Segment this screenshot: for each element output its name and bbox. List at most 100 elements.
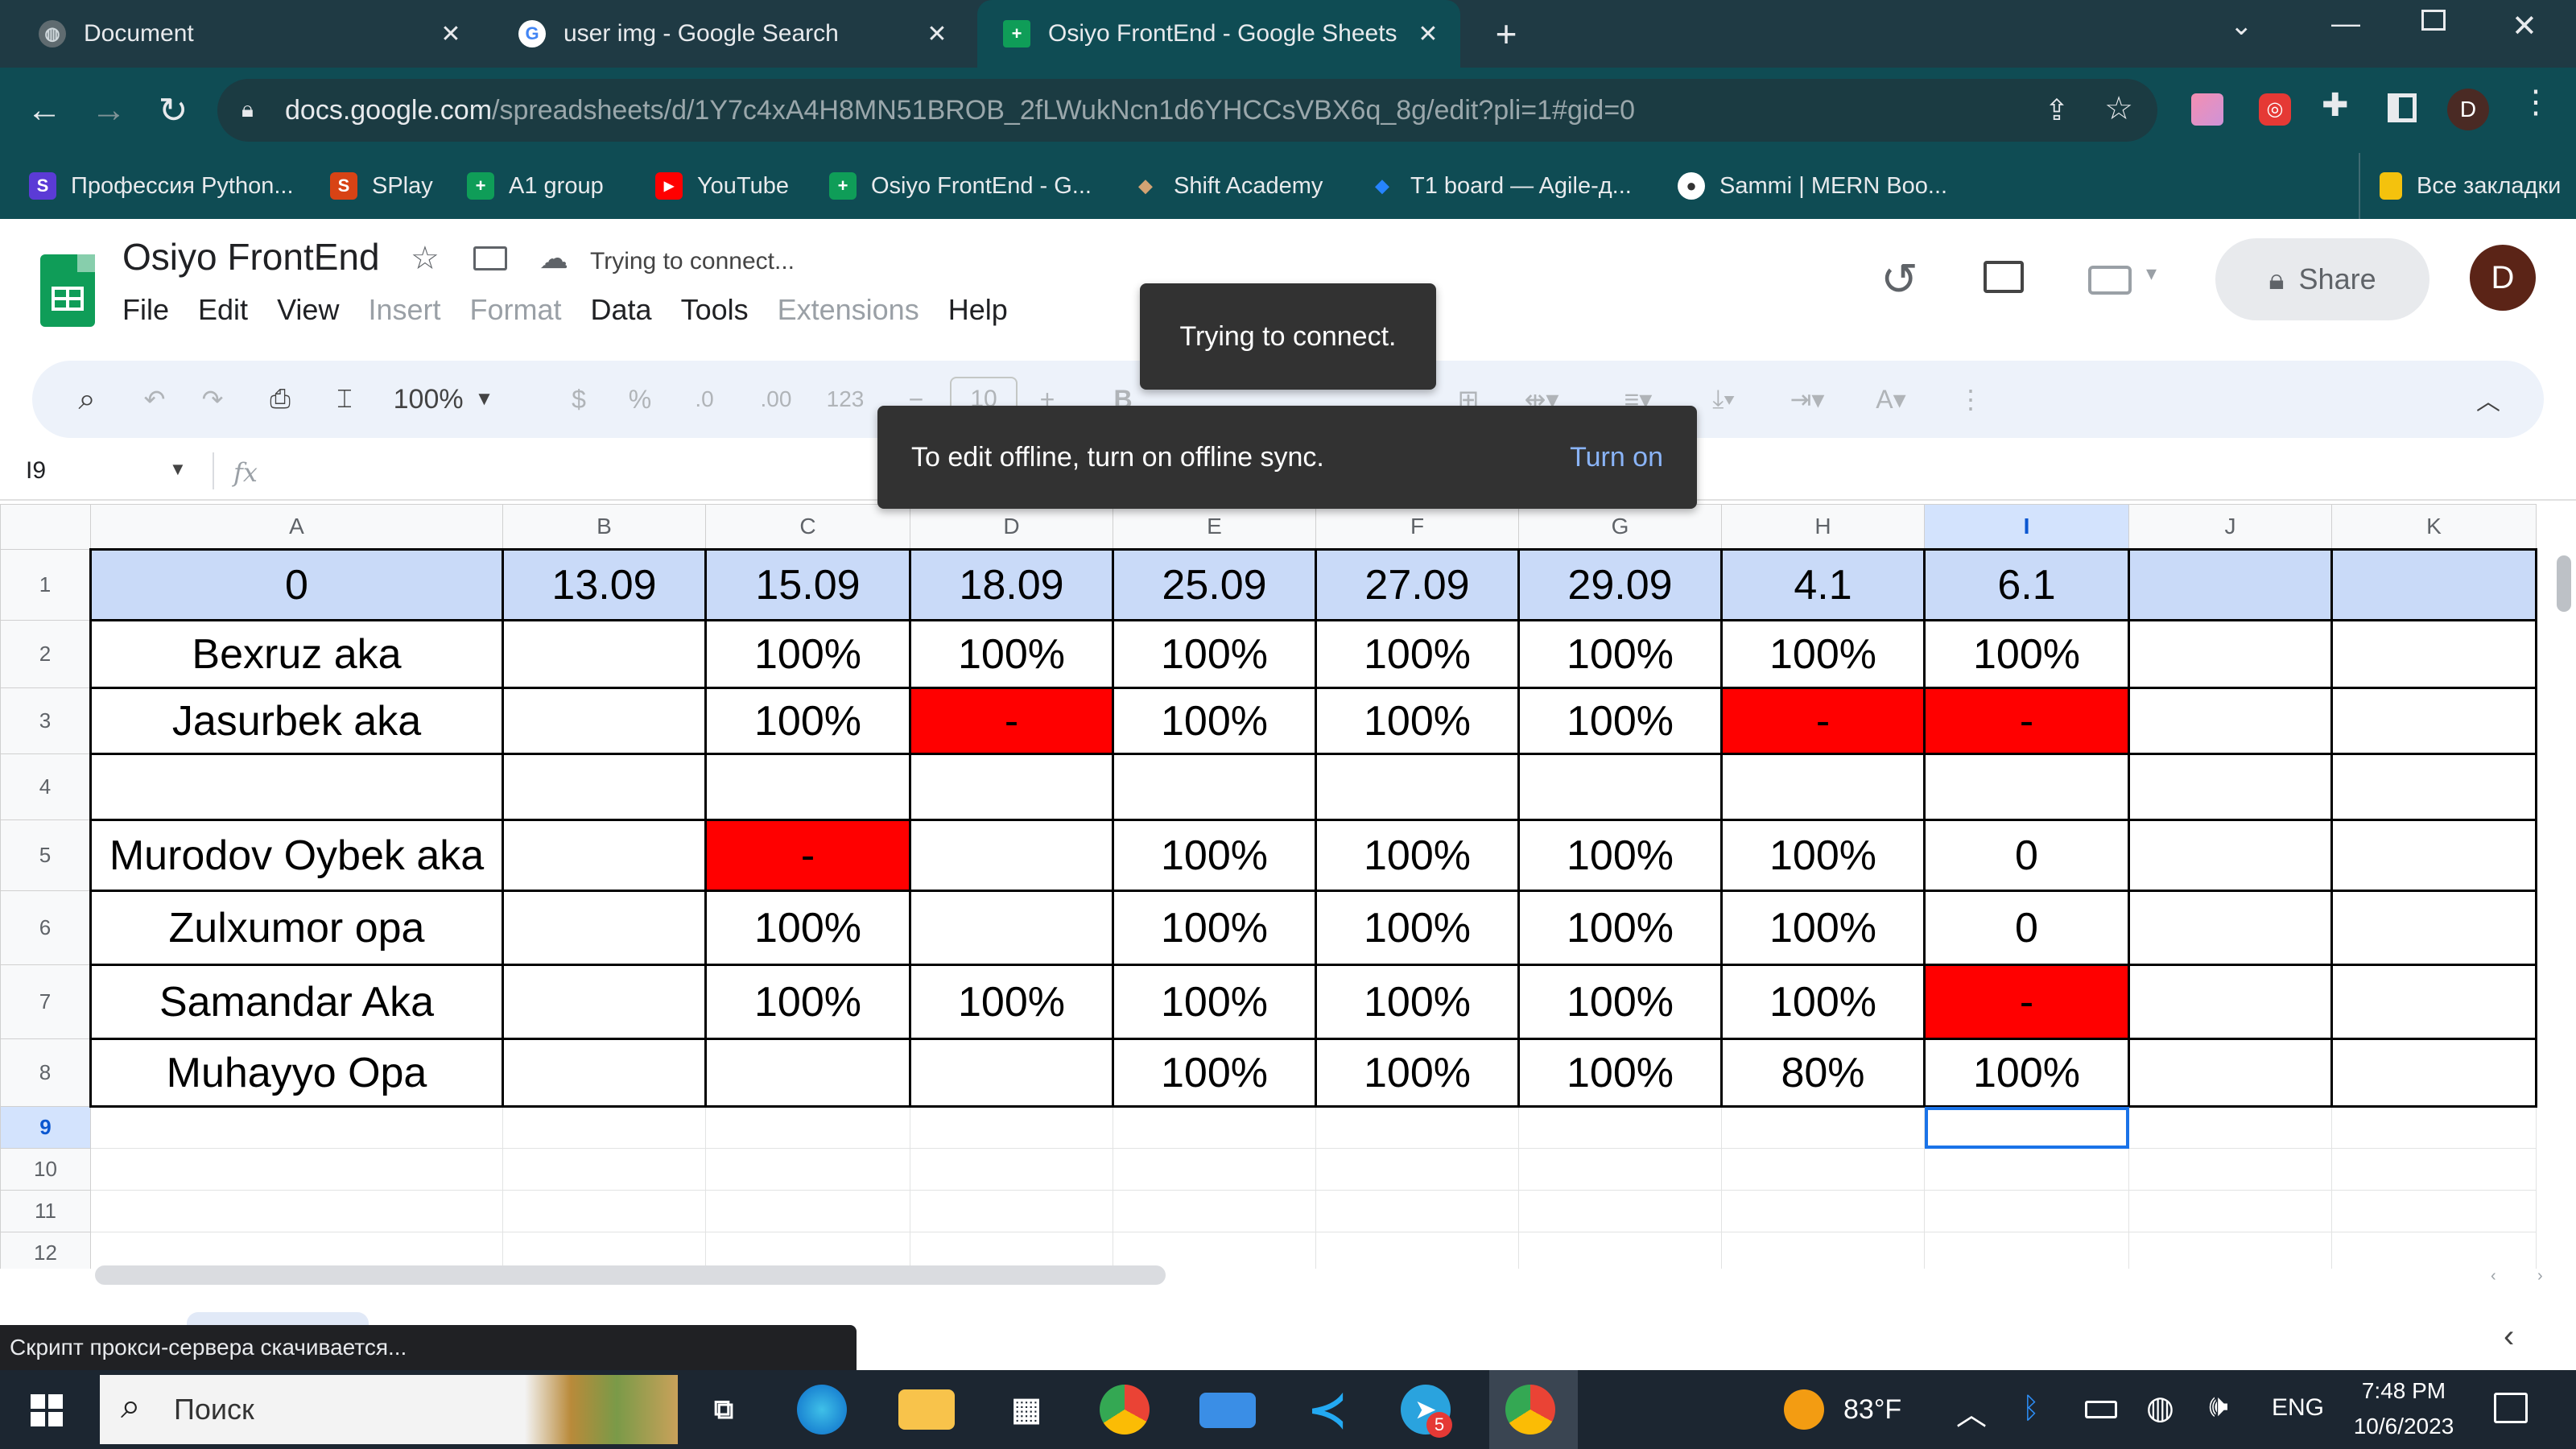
grid-cell[interactable] [705, 1190, 910, 1232]
vertical-scrollbar[interactable] [2557, 555, 2571, 612]
all-bookmarks[interactable]: Все закладки [2359, 153, 2561, 219]
grid-cell[interactable] [1923, 753, 2130, 821]
grid-cell[interactable]: 100% [704, 687, 911, 755]
grid-cell[interactable]: 6.1 [1923, 548, 2130, 621]
grid-cell[interactable]: 100% [1112, 964, 1317, 1040]
grid-cell[interactable] [502, 1148, 706, 1191]
grid-cell[interactable] [2128, 890, 2333, 966]
grid-cell[interactable]: 100% [704, 890, 911, 966]
grid-cell[interactable] [502, 964, 707, 1040]
grid-cell[interactable] [502, 753, 707, 821]
turn-on-button[interactable]: Turn on [1570, 442, 1663, 473]
menu-view[interactable]: View [277, 293, 339, 327]
profile-avatar[interactable]: D [2447, 89, 2489, 130]
meet-camera-icon[interactable] [2088, 266, 2132, 295]
close-tab-icon[interactable]: ✕ [1412, 20, 1444, 48]
grid-cell[interactable] [2128, 1232, 2332, 1269]
column-header-selected[interactable]: I [1924, 504, 2129, 550]
grid-cell[interactable]: 100% [1112, 819, 1317, 892]
grid-cell[interactable]: - [704, 819, 911, 892]
grid-cell[interactable]: 0 [1923, 890, 2130, 966]
undo-icon[interactable]: ↶ [132, 372, 177, 427]
back-arrow-icon[interactable]: ← [16, 82, 72, 138]
grid-cell[interactable] [502, 890, 707, 966]
column-header[interactable]: D [910, 504, 1113, 550]
taskbar-search[interactable]: ⌕ Поиск [100, 1375, 678, 1444]
grid-cell[interactable] [704, 753, 911, 821]
clock-time[interactable]: 7:48 PM [2355, 1378, 2452, 1404]
grid-cell[interactable] [704, 1038, 911, 1108]
grid-cell[interactable]: 29.09 [1517, 548, 1723, 621]
grid-cell[interactable]: Murodov Oybek aka [89, 819, 504, 892]
menu-edit[interactable]: Edit [198, 293, 248, 327]
redo-icon[interactable]: ↷ [190, 372, 235, 427]
grid-cell[interactable] [909, 819, 1114, 892]
collapse-toolbar-icon[interactable]: ︿ [2468, 372, 2508, 427]
column-header[interactable]: E [1113, 504, 1316, 550]
grid-cell[interactable] [1721, 1232, 1925, 1269]
new-tab-button[interactable]: + [1478, 0, 1534, 68]
grid-cell[interactable] [1315, 1190, 1519, 1232]
grid-cell[interactable]: 100% [1315, 619, 1520, 689]
grid-cell[interactable]: 4.1 [1720, 548, 1926, 621]
browser-menu-icon[interactable]: ⋮ [2520, 84, 2552, 121]
extension-camera-icon[interactable]: ◎ [2259, 93, 2291, 126]
close-tab-icon[interactable]: ✕ [435, 20, 467, 48]
grid-cell[interactable]: 100% [909, 964, 1114, 1040]
grid-cell[interactable] [2128, 1190, 2332, 1232]
grid-cell[interactable]: - [1720, 687, 1926, 755]
grid-cell[interactable]: 100% [1517, 890, 1723, 966]
grid-cell[interactable] [705, 1106, 910, 1149]
grid-cell[interactable] [705, 1148, 910, 1191]
tab-search-chevron-icon[interactable]: ⌄ [2230, 10, 2253, 42]
grid-cell[interactable]: 15.09 [704, 548, 911, 621]
windows-start-icon[interactable] [31, 1394, 63, 1426]
extensions-puzzle-icon[interactable]: ✚ [2322, 87, 2349, 124]
grid-cell[interactable] [1518, 1106, 1722, 1149]
grid-cell[interactable]: Jasurbek aka [89, 687, 504, 755]
column-header[interactable]: H [1721, 504, 1925, 550]
grid-cell[interactable] [502, 1190, 706, 1232]
more-options-icon[interactable]: ⋮ [1955, 372, 1987, 427]
browser-tab-sheets[interactable]: + Osiyo FrontEnd - Google Sheets ✕ [977, 0, 1460, 68]
grid-cell[interactable] [2331, 1106, 2537, 1149]
grid-cell[interactable] [909, 1038, 1114, 1108]
grid-cell[interactable]: 100% [1720, 819, 1926, 892]
grid-cell[interactable] [909, 753, 1114, 821]
grid-cell[interactable] [1720, 753, 1926, 821]
grid-cell[interactable] [502, 1232, 706, 1269]
bookmark-star-icon[interactable]: ☆ [2104, 90, 2133, 127]
bookmark-item[interactable]: ◆ Shift Academy [1132, 153, 1323, 219]
file-explorer-icon[interactable] [898, 1389, 955, 1430]
grid-cell[interactable]: 100% [1517, 619, 1723, 689]
select-all-corner[interactable] [0, 504, 91, 550]
grid-cell[interactable] [2128, 548, 2333, 621]
bookmark-item[interactable]: ◆ T1 board — Agile-д... [1368, 153, 1632, 219]
grid-cell[interactable]: Bexruz aka [89, 619, 504, 689]
grid-cell[interactable] [2128, 619, 2333, 689]
volume-icon[interactable]: 🕪︎ [2209, 1389, 2228, 1424]
row-header[interactable]: 7 [0, 964, 91, 1039]
grid-cell[interactable] [1924, 1190, 2129, 1232]
menu-format[interactable]: Format [470, 293, 562, 327]
grid-cell[interactable]: 100% [1315, 964, 1520, 1040]
grid-cell[interactable] [2128, 687, 2333, 755]
reload-icon[interactable]: ↻ [145, 82, 201, 138]
grid-cell[interactable] [2331, 1190, 2537, 1232]
grid-cell[interactable]: 100% [1517, 964, 1723, 1040]
grid-cell[interactable]: 100% [1315, 1038, 1520, 1108]
grid-cell[interactable] [2128, 1038, 2333, 1108]
grid-cell[interactable] [910, 1148, 1113, 1191]
grid-cell[interactable]: 100% [1517, 1038, 1723, 1108]
grid-cell[interactable]: 100% [1315, 687, 1520, 755]
grid-cell[interactable] [910, 1106, 1113, 1149]
grid-cell[interactable]: Zulxumor opa [89, 890, 504, 966]
share-page-icon[interactable]: ⇪ [2045, 93, 2069, 127]
forward-arrow-icon[interactable]: → [80, 82, 137, 138]
grid-cell[interactable]: 100% [1720, 619, 1926, 689]
edge-icon[interactable] [797, 1385, 847, 1435]
row-header[interactable]: 8 [0, 1038, 91, 1107]
microsoft-store-icon[interactable]: ▦ [998, 1381, 1055, 1438]
bluetooth-icon[interactable]: ᛒ [2022, 1391, 2040, 1425]
clock-date[interactable]: 10/6/2023 [2339, 1414, 2468, 1439]
